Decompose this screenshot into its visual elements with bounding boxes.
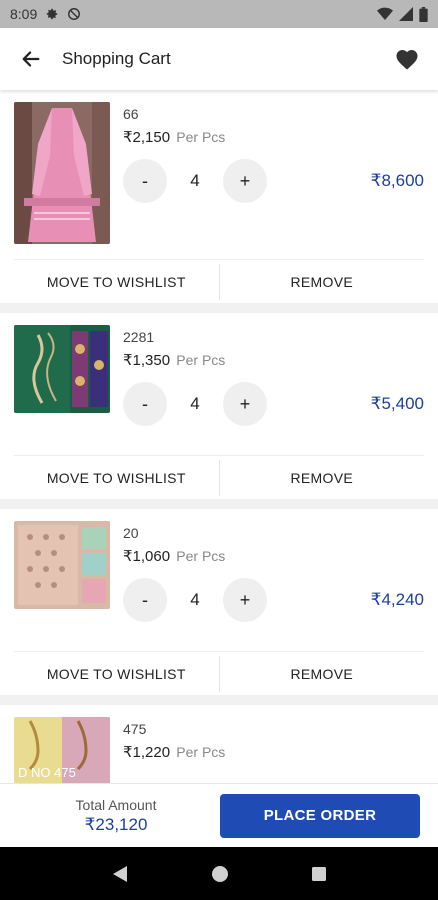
- item-info: 20 ₹1,060 Per Pcs: [123, 525, 424, 565]
- decrease-qty-button[interactable]: -: [123, 159, 167, 203]
- status-right: [377, 6, 428, 22]
- product-image-peach-suit: [14, 521, 110, 609]
- app-bar: Shopping Cart: [0, 28, 438, 90]
- item-price-line: ₹1,350 Per Pcs: [123, 351, 424, 369]
- total-label: Total Amount: [75, 796, 157, 813]
- product-image[interactable]: [14, 102, 110, 244]
- total-value: ₹23,120: [84, 814, 148, 834]
- checkout-footer: Total Amount ₹23,120 PLACE ORDER: [0, 783, 438, 847]
- quantity-stepper: - 4 + ₹5,400: [123, 381, 424, 427]
- battery-icon: [419, 6, 428, 22]
- quantity-value: 4: [190, 394, 200, 413]
- cart-item: 20 ₹1,060 Per Pcs - 4 + ₹4,240 MOVE TO W…: [0, 509, 438, 695]
- item-actions: MOVE TO WISHLIST REMOVE: [14, 455, 424, 499]
- item-actions: MOVE TO WISHLIST REMOVE: [14, 259, 424, 303]
- item-price-line: ₹1,060 Per Pcs: [123, 547, 424, 565]
- product-image-caption: D NO 475: [18, 765, 76, 780]
- item-actions: MOVE TO WISHLIST REMOVE: [14, 651, 424, 695]
- place-order-button[interactable]: PLACE ORDER: [220, 793, 420, 838]
- cart-item: 2281 ₹1,350 Per Pcs - 4 + ₹5,400 MOVE TO…: [0, 313, 438, 499]
- gear-icon: [47, 8, 58, 20]
- do-not-disturb-icon: [68, 8, 81, 20]
- increase-qty-button[interactable]: +: [223, 578, 267, 622]
- status-left: 8:09: [10, 6, 81, 22]
- quantity-value: 4: [190, 590, 200, 609]
- decrease-qty-button[interactable]: -: [123, 578, 167, 622]
- total-block: Total Amount ₹23,120: [18, 797, 214, 835]
- increase-qty-button[interactable]: +: [223, 159, 267, 203]
- heart-icon: [396, 50, 418, 70]
- remove-button[interactable]: REMOVE: [220, 652, 425, 695]
- item-price: ₹1,220: [123, 744, 171, 761]
- line-total: ₹4,240: [370, 590, 424, 609]
- item-sku: 20: [123, 525, 139, 541]
- item-unit: Per Pcs: [176, 548, 226, 564]
- item-info: 475 ₹1,220 Per Pcs: [123, 721, 424, 761]
- quantity-value: 4: [190, 171, 200, 190]
- item-sku: 2281: [123, 329, 155, 345]
- increase-qty-button[interactable]: +: [223, 382, 267, 426]
- product-image-green-suit: [14, 325, 110, 413]
- item-unit: Per Pcs: [176, 129, 226, 145]
- remove-button[interactable]: REMOVE: [220, 260, 425, 303]
- item-price: ₹1,350: [123, 352, 171, 369]
- move-to-wishlist-button[interactable]: MOVE TO WISHLIST: [14, 456, 219, 499]
- quantity-stepper: - 4 + ₹4,240: [123, 577, 424, 623]
- signal-icon: [399, 7, 413, 21]
- item-price: ₹2,150: [123, 129, 171, 146]
- line-total: ₹5,400: [370, 394, 424, 413]
- product-image[interactable]: [14, 325, 110, 413]
- back-button[interactable]: [14, 42, 48, 76]
- item-sku: 66: [123, 106, 139, 122]
- item-price: ₹1,060: [123, 548, 171, 565]
- decrease-qty-button[interactable]: -: [123, 382, 167, 426]
- product-image[interactable]: [14, 521, 110, 609]
- product-image[interactable]: D NO 475: [14, 717, 110, 783]
- line-total: ₹8,600: [370, 171, 424, 190]
- item-info: 66 ₹2,150 Per Pcs: [123, 106, 424, 146]
- product-image-pink-gown: [14, 102, 110, 244]
- cart-item: D NO 475 475 ₹1,220 Per Pcs: [0, 705, 438, 783]
- system-nav-bar: [0, 847, 438, 900]
- home-circle-icon[interactable]: [211, 865, 229, 883]
- remove-button[interactable]: REMOVE: [220, 456, 425, 499]
- status-time: 8:09: [10, 6, 38, 22]
- cart-list[interactable]: 66 ₹2,150 Per Pcs - 4 + ₹8,600 MOVE TO W…: [0, 90, 438, 783]
- move-to-wishlist-button[interactable]: MOVE TO WISHLIST: [14, 260, 219, 303]
- product-image-yellow-suit: D NO 475: [14, 717, 110, 783]
- item-info: 2281 ₹1,350 Per Pcs: [123, 329, 424, 369]
- move-to-wishlist-button[interactable]: MOVE TO WISHLIST: [14, 652, 219, 695]
- wishlist-button[interactable]: [390, 42, 424, 76]
- item-unit: Per Pcs: [176, 744, 226, 760]
- recents-square-icon[interactable]: [311, 866, 327, 882]
- item-price-line: ₹1,220 Per Pcs: [123, 743, 424, 761]
- status-bar: 8:09: [0, 0, 438, 28]
- back-triangle-icon[interactable]: [111, 864, 129, 884]
- cart-item: 66 ₹2,150 Per Pcs - 4 + ₹8,600 MOVE TO W…: [0, 90, 438, 303]
- wifi-icon: [377, 7, 393, 20]
- item-sku: 475: [123, 721, 147, 737]
- quantity-stepper: - 4 + ₹8,600: [123, 158, 424, 204]
- item-unit: Per Pcs: [176, 352, 226, 368]
- arrow-left-icon: [22, 51, 40, 67]
- item-price-line: ₹2,150 Per Pcs: [123, 128, 424, 146]
- page-title: Shopping Cart: [62, 49, 171, 68]
